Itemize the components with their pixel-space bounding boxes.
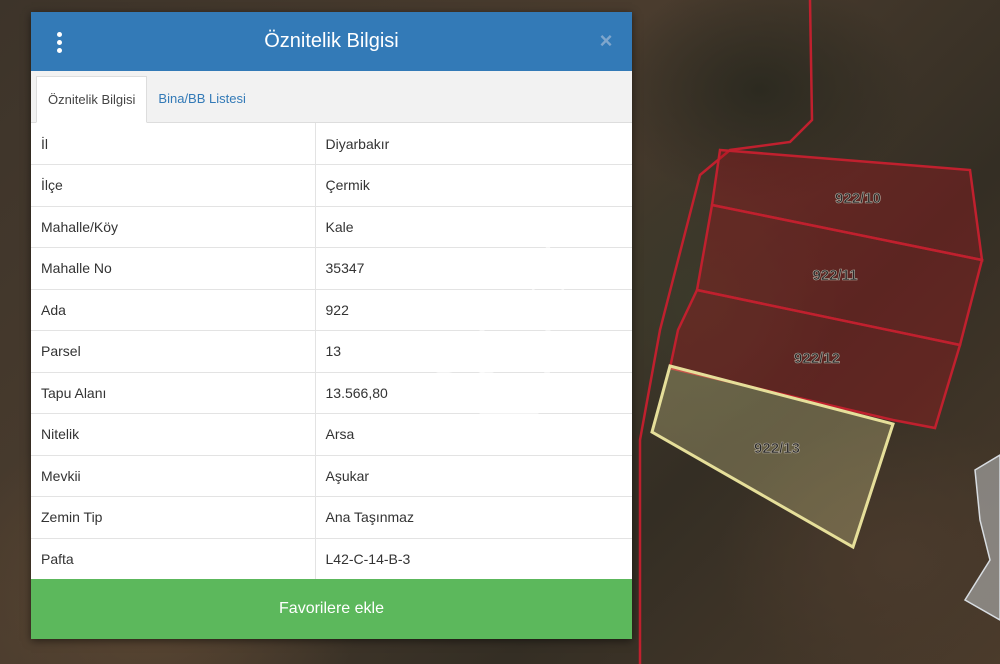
attribute-key: Parsel	[31, 330, 316, 373]
dialog-title: Öznitelik Bilgisi	[264, 30, 399, 52]
attribute-info-dialog: Öznitelik Bilgisi × Öznitelik Bilgisi Bi…	[31, 12, 632, 639]
attribute-key: İl	[31, 123, 316, 165]
attribute-key: İlçe	[31, 164, 316, 207]
attribute-key: Nitelik	[31, 413, 316, 456]
parcel-label: 922/11	[812, 267, 857, 284]
table-row: Pafta L42-C-14-B-3	[31, 538, 632, 580]
menu-dots-icon[interactable]	[51, 29, 67, 55]
attribute-value: Aşukar	[315, 455, 632, 497]
dialog-header: Öznitelik Bilgisi ×	[31, 12, 632, 71]
table-row: Mahalle No 35347	[31, 247, 632, 290]
table-row: Mevkii Aşukar	[31, 455, 632, 497]
attribute-value: Çermik	[315, 164, 632, 207]
attribute-key: Mevkii	[31, 455, 316, 497]
tab-attribute-info[interactable]: Öznitelik Bilgisi	[36, 76, 148, 123]
attribute-value: 13.566,80	[315, 372, 632, 414]
attribute-value: 922	[315, 289, 632, 331]
attribute-value: Arsa	[315, 413, 632, 456]
table-row: Mahalle/Köy Kale	[31, 206, 632, 248]
attribute-key: Mahalle No	[31, 247, 316, 290]
attribute-value: Diyarbakır	[315, 123, 632, 165]
attribute-key: Tapu Alanı	[31, 372, 316, 414]
table-row: Parsel 13	[31, 330, 632, 373]
attribute-key: Ada	[31, 289, 316, 331]
attribute-value: Kale	[315, 206, 632, 248]
tab-bar: Öznitelik Bilgisi Bina/BB Listesi	[31, 71, 632, 123]
table-row: İl Diyarbakır	[31, 123, 632, 165]
table-row: Nitelik Arsa	[31, 413, 632, 456]
attribute-value: Ana Taşınmaz	[315, 496, 632, 539]
tab-building-list[interactable]: Bina/BB Listesi	[147, 75, 256, 122]
parcel-label: 922/10	[835, 190, 881, 207]
close-icon[interactable]: ×	[596, 29, 616, 53]
parcel-label: 922/12	[794, 350, 840, 367]
attribute-value: 35347	[315, 247, 632, 290]
table-row: Ada 922	[31, 289, 632, 331]
add-to-favorites-button[interactable]: Favorilere ekle	[31, 579, 632, 639]
attribute-key: Zemin Tip	[31, 496, 316, 539]
attribute-value: 13	[315, 330, 632, 373]
attribute-key: Pafta	[31, 538, 316, 580]
attribute-key: Mahalle/Köy	[31, 206, 316, 248]
table-row: Tapu Alanı 13.566,80	[31, 372, 632, 414]
table-row: İlçe Çermik	[31, 164, 632, 207]
table-row: Zemin Tip Ana Taşınmaz	[31, 496, 632, 539]
building-area	[963, 454, 1000, 621]
attribute-value: L42-C-14-B-3	[325, 551, 411, 567]
parcel-label: 922/13	[754, 440, 800, 457]
attribute-table: İl Diyarbakır İlçe Çermik Mahalle/Köy Kale Mah…	[31, 123, 632, 580]
